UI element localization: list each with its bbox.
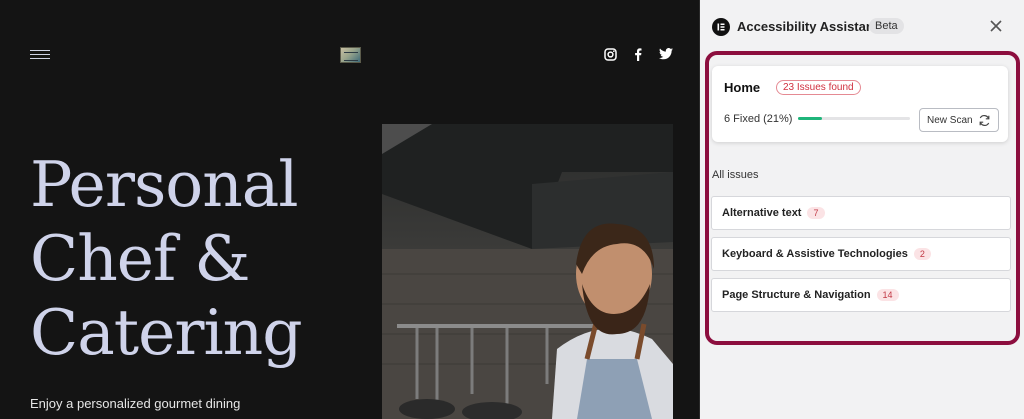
- issue-category-page-structure[interactable]: Page Structure & Navigation 14: [711, 278, 1011, 312]
- issues-found-badge: 23 Issues found: [776, 80, 861, 95]
- hero-title-line: Personal: [30, 148, 299, 221]
- page-name: Home: [724, 80, 761, 95]
- chef-photo: [382, 124, 673, 419]
- website-preview: Personal Chef & Catering Enjoy a persona…: [0, 0, 700, 419]
- close-icon[interactable]: [989, 19, 1003, 33]
- fix-progress-fill: [798, 117, 822, 120]
- fixed-count: 6 Fixed (21%): [724, 113, 793, 125]
- new-scan-label: New Scan: [927, 114, 973, 126]
- issue-count-badge: 14: [876, 289, 899, 301]
- issue-category-alternative-text[interactable]: Alternative text 7: [711, 196, 1011, 230]
- issue-count-badge: 2: [913, 248, 931, 260]
- instagram-icon[interactable]: [602, 46, 618, 62]
- issue-category-label: Keyboard & Assistive Technologies: [722, 248, 908, 260]
- panel-header: Accessibility Assistant Beta: [700, 0, 1024, 50]
- refresh-icon: [978, 114, 991, 127]
- menu-icon[interactable]: [30, 50, 50, 60]
- fix-progress-bar: [798, 117, 910, 120]
- issue-category-keyboard[interactable]: Keyboard & Assistive Technologies 2: [711, 237, 1011, 271]
- scan-summary-card: Home 23 Issues found 6 Fixed (21%) New S…: [712, 66, 1008, 142]
- all-issues-heading: All issues: [712, 169, 759, 181]
- issue-category-label: Alternative text: [722, 207, 802, 219]
- issue-count-badge: 7: [807, 207, 825, 219]
- hero-title: Personal Chef & Catering: [30, 148, 350, 370]
- accessibility-panel: Accessibility Assistant Beta Home 23 Iss…: [700, 0, 1024, 419]
- facebook-icon[interactable]: [630, 46, 646, 62]
- elementor-logo-icon: [712, 18, 730, 36]
- beta-badge: Beta: [869, 18, 904, 34]
- issue-category-label: Page Structure & Navigation: [722, 289, 871, 301]
- hero-title-line: Catering: [30, 296, 303, 369]
- twitter-icon[interactable]: [658, 46, 674, 62]
- hero-title-line: Chef &: [30, 222, 250, 295]
- hero-subtitle: Enjoy a personalized gourmet dining: [30, 396, 241, 411]
- panel-title: Accessibility Assistant: [737, 19, 879, 34]
- site-logo[interactable]: [340, 47, 361, 63]
- new-scan-button[interactable]: New Scan: [919, 108, 999, 132]
